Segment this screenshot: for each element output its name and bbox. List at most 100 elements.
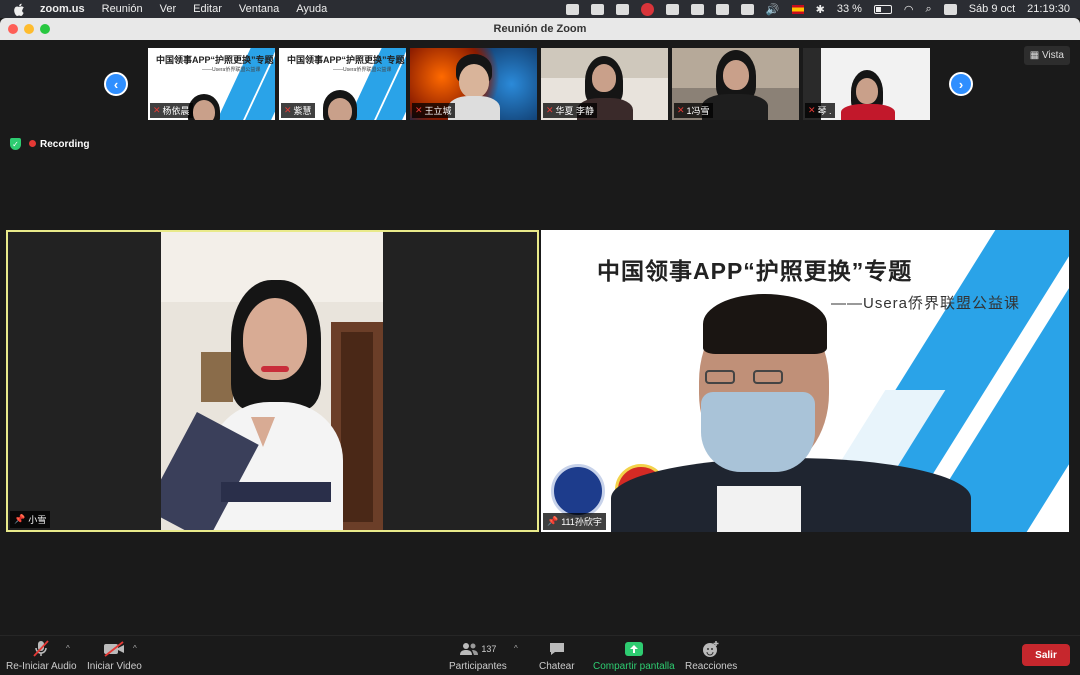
control-center-icon[interactable] <box>943 3 957 15</box>
video-off-icon <box>104 641 125 657</box>
participant-name: 111孙欣宇 <box>561 517 602 527</box>
mic-muted-icon: ✕ <box>546 105 554 115</box>
mic-muted-icon: ✕ <box>153 105 161 115</box>
mic-muted-icon: ✕ <box>677 105 685 115</box>
participant-name-tag: ✕ 琴 . <box>805 103 835 118</box>
recording-label: Recording <box>40 138 90 150</box>
speaker-tile[interactable]: 中国领事APP“护照更换”专题 ——Usera侨界联盟公益课 📌 111孙欣宇 <box>541 230 1069 532</box>
gallery-next-button[interactable]: › <box>949 72 973 96</box>
participant-name-tag: ✕ 1冯雪 <box>674 103 713 118</box>
participants-icon <box>460 643 479 655</box>
participant-name: 1冯雪 <box>686 106 710 116</box>
video-options-caret[interactable]: ^ <box>133 644 137 653</box>
display-icon[interactable] <box>665 3 679 15</box>
leave-meeting-button[interactable]: Salir <box>1022 644 1070 666</box>
reactions-label: Reacciones <box>685 661 738 672</box>
participants-button[interactable]: 137 Participantes <box>449 640 507 672</box>
info-icon[interactable] <box>740 3 754 15</box>
participant-name-tag: 📌 小雪 <box>10 511 51 528</box>
close-window-button[interactable] <box>8 24 18 34</box>
reactions-button[interactable]: Reacciones <box>685 640 737 672</box>
share-screen-button[interactable]: Compartir pantalla <box>593 640 675 672</box>
bluetooth-icon[interactable]: ✱ <box>816 3 825 16</box>
chat-icon <box>549 643 564 655</box>
chat-button[interactable]: Chatear <box>539 640 575 672</box>
face-mask <box>701 392 815 472</box>
participant-name: 王立城 <box>424 106 452 116</box>
spotlight-search-icon[interactable]: ⌕ <box>926 3 932 16</box>
view-button[interactable]: ▦ Vista <box>1023 46 1070 65</box>
zoom-window-button[interactable] <box>40 24 50 34</box>
minimize-window-button[interactable] <box>24 24 34 34</box>
participant-thumb[interactable]: ✕ 华夏 李静 <box>541 48 668 120</box>
pin-icon: 📌 <box>14 514 26 524</box>
audio-options-caret[interactable]: ^ <box>66 644 70 653</box>
menu-item-editar[interactable]: Editar <box>193 3 222 15</box>
participants-options-caret[interactable]: ^ <box>514 644 518 653</box>
participant-name-tag: 📌 111孙欣宇 <box>543 513 606 530</box>
gallery-strip: 中国领事APP“护照更换”专题 ——Usera侨界联盟公益课 ✕ 杨依晨 中国领事… <box>148 48 930 120</box>
participant-thumb[interactable]: 中国领事APP“护照更换”专题 ——Usera侨界联盟公益课 ✕ 杨依晨 <box>148 48 275 120</box>
zoom-tray-icon[interactable] <box>565 3 579 15</box>
participant-name-tag: ✕ 华夏 李静 <box>543 103 598 118</box>
creative-cloud-icon[interactable] <box>615 3 629 15</box>
menu-item-reunion[interactable]: Reunión <box>102 3 143 15</box>
reactions-icon <box>703 641 719 657</box>
battery-percent: 33 % <box>836 3 862 15</box>
share-label: Compartir pantalla <box>593 661 675 672</box>
battery-icon[interactable] <box>873 4 892 14</box>
video-label: Iniciar Video <box>87 661 142 672</box>
participants-count: 137 <box>481 644 497 654</box>
participant-name-tag: ✕ 王立城 <box>412 103 455 118</box>
participant-thumb[interactable]: 中国领事APP“护照更换”专题 ——Usera侨界联盟公益课 ✕ 紫慧 <box>279 48 406 120</box>
participants-label: Participantes <box>449 661 507 672</box>
window-controls <box>8 24 50 34</box>
participant-thumb[interactable]: ✕ 琴 . <box>803 48 930 120</box>
share-screen-icon <box>624 642 643 656</box>
consular-logo <box>551 464 605 518</box>
participant-name: 琴 . <box>817 106 832 116</box>
meeting-toolbar: Re-Iniciar Audio ^ Iniciar Video ^ 137 P… <box>0 635 1080 675</box>
spanish-flag-icon[interactable] <box>791 4 804 14</box>
gallery-prev-button[interactable]: ‹ <box>104 72 128 96</box>
participant-name: 紫慧 <box>293 106 312 116</box>
participant-name-tag: ✕ 紫慧 <box>281 103 315 118</box>
menu-app-name[interactable]: zoom.us <box>40 3 85 15</box>
participant-name: 华夏 李静 <box>555 106 595 116</box>
status-tray: 🔊 ✱ 33 % ◠ ⌕ Sáb 9 oct 21:19:30 <box>565 0 1070 18</box>
clock-time[interactable]: 21:19:30 <box>1027 3 1070 15</box>
dropbox-icon[interactable] <box>590 3 604 15</box>
thumb-slide-subtitle: ——Usera侨界联盟公益课 <box>202 67 261 73</box>
participant-thumb[interactable]: ✕ 王立城 <box>410 48 537 120</box>
menu-item-ventana[interactable]: Ventana <box>239 3 279 15</box>
menu-bar: zoom.us Reunión Ver Editar Ventana Ayuda… <box>0 0 1080 18</box>
chat-label: Chatear <box>539 661 575 672</box>
sync-icon[interactable] <box>690 3 704 15</box>
volume-icon[interactable]: 🔊 <box>766 3 780 16</box>
menu-item-ayuda[interactable]: Ayuda <box>296 3 327 15</box>
wifi-icon[interactable]: ◠ <box>904 3 914 16</box>
grid-icon: ▦ <box>1029 50 1040 61</box>
menu-item-ver[interactable]: Ver <box>160 3 177 15</box>
thumb-slide-title: 中国领事APP“护照更换”专题 <box>287 55 405 65</box>
shield-tray-icon[interactable] <box>715 3 729 15</box>
record-tray-icon[interactable] <box>640 2 654 16</box>
slide-title: 中国领事APP“护照更换”专题 <box>597 258 913 284</box>
mic-muted-icon: ✕ <box>808 105 816 115</box>
active-speaker-tile[interactable]: 📌 小雪 <box>6 230 539 532</box>
apple-icon[interactable] <box>12 2 26 16</box>
participant-video <box>161 232 383 530</box>
thumb-slide-subtitle: ——Usera侨界联盟公益课 <box>333 67 392 73</box>
recording-dot-icon <box>29 139 36 147</box>
window-title: Reunión de Zoom <box>493 23 587 35</box>
participant-thumb[interactable]: ✕ 1冯雪 <box>672 48 799 120</box>
zoom-window: Reunión de Zoom ‹ › 中国领事APP“护照更换”专题 ——Us… <box>0 18 1080 675</box>
security-shield-icon[interactable]: ✓ <box>10 138 21 150</box>
audio-label: Re-Iniciar Audio <box>6 661 77 672</box>
participant-name-tag: ✕ 杨依晨 <box>150 103 193 118</box>
clock-date[interactable]: Sáb 9 oct <box>969 3 1015 15</box>
mic-muted-icon: ✕ <box>415 105 423 115</box>
mic-muted-icon <box>33 640 49 657</box>
slide-subtitle: ——Usera侨界联盟公益课 <box>831 295 1021 312</box>
view-label: Vista <box>1041 50 1064 61</box>
